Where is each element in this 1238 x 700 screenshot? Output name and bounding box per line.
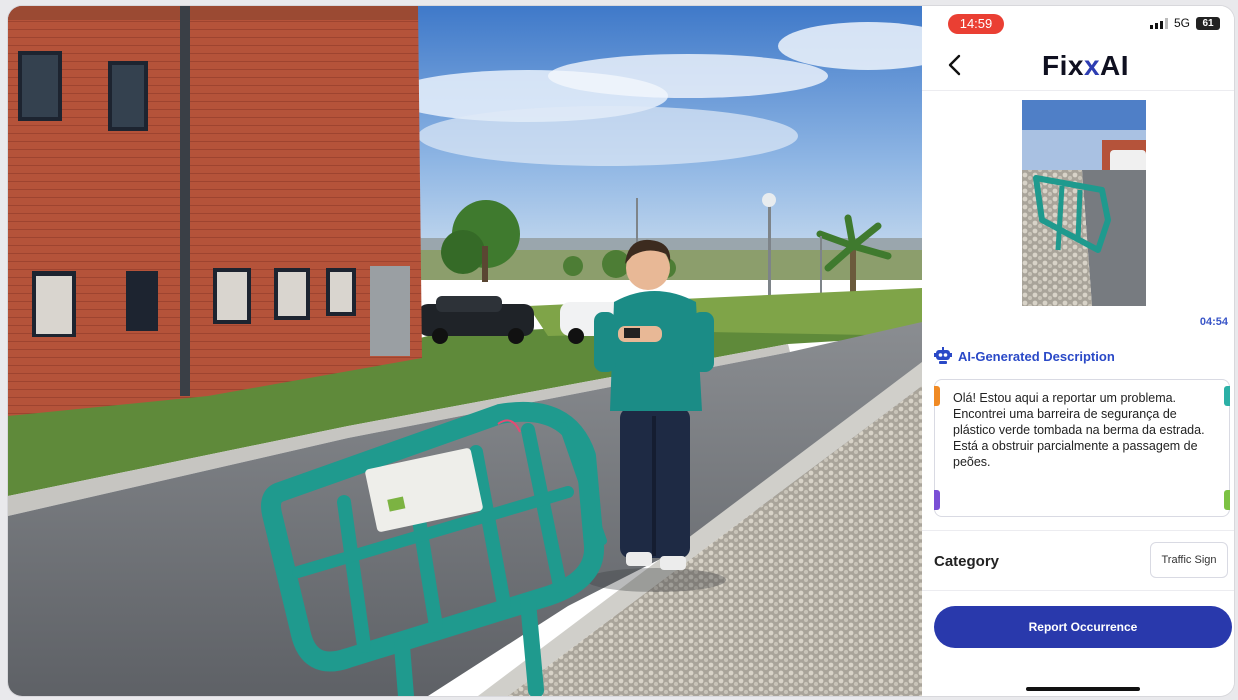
home-indicator[interactable]	[1026, 687, 1140, 691]
logo-fix: Fix	[1042, 50, 1084, 81]
logo-x: x	[1083, 50, 1101, 81]
video-duration: 04:54	[1199, 316, 1228, 328]
battery-icon: 61	[1196, 16, 1220, 30]
network-label: 5G	[1173, 16, 1190, 30]
video-thumbnail[interactable]	[1022, 100, 1146, 306]
street-photo	[8, 6, 922, 696]
chevron-left-icon	[948, 54, 961, 76]
corner-accent	[1224, 386, 1230, 406]
status-indicators: 5G 61	[1149, 16, 1220, 30]
video-frame: 14:59 5G 61 FixxAI 04:54 AI-Generated De…	[8, 6, 1234, 696]
ai-description-field[interactable]: Olá! Estou aqui a reportar um problema. …	[934, 379, 1230, 517]
status-time: 14:59	[948, 14, 1004, 34]
ai-description-header: AI-Generated Description	[934, 347, 1115, 365]
ai-description-text: Olá! Estou aqui a reportar um problema. …	[953, 391, 1205, 469]
category-label: Category	[934, 553, 1000, 570]
corner-accent	[934, 386, 940, 406]
corner-accent	[1224, 490, 1230, 510]
report-occurrence-button[interactable]: Report Occurrence	[934, 606, 1232, 648]
section-divider	[922, 590, 1234, 591]
back-button[interactable]	[942, 50, 970, 80]
signal-icon	[1149, 17, 1168, 29]
corner-accent	[934, 490, 940, 510]
robot-icon	[934, 347, 952, 364]
fixai-app-screen: 14:59 5G 61 FixxAI 04:54 AI-Generated De…	[922, 6, 1234, 696]
section-divider	[922, 530, 1234, 531]
header-divider	[922, 90, 1234, 91]
ai-description-label: AI-Generated Description	[958, 348, 1115, 364]
logo-ai: AI	[1100, 50, 1130, 81]
app-logo: FixxAI	[1042, 50, 1129, 82]
category-select[interactable]: Traffic Sign	[1150, 542, 1228, 578]
